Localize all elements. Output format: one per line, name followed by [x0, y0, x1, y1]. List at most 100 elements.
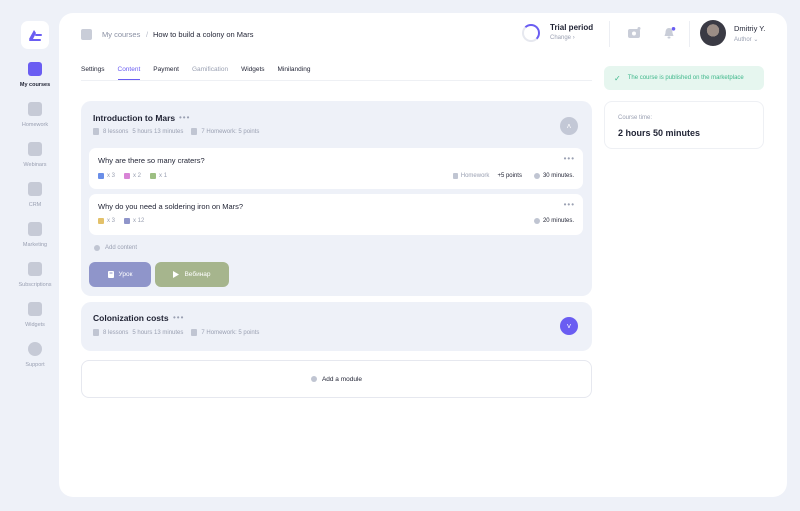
course-time-card: Course time: 2 hours 50 minutes — [604, 101, 764, 149]
add-content-label: Add content — [105, 245, 138, 251]
sidebar-item-label: Subscriptions — [18, 282, 52, 288]
collapse-module-button[interactable]: ˄ — [560, 117, 578, 135]
module-menu-icon[interactable]: ••• — [179, 113, 190, 122]
video-camera-icon — [28, 142, 42, 156]
lesson-menu-icon[interactable]: ••• — [564, 200, 575, 209]
module-homework: 7 Homework: 5 points — [201, 128, 260, 135]
tab-widgets[interactable]: Widgets — [241, 66, 264, 80]
course-time-value: 2 hours 50 minutes — [618, 128, 701, 138]
trial-change-link[interactable]: Change › — [550, 35, 575, 41]
tab-minilanding[interactable]: Minilanding — [278, 66, 311, 80]
homework-icon — [191, 128, 198, 135]
document-icon — [124, 218, 131, 224]
chevron-right-icon: › — [572, 35, 575, 41]
add-content-button[interactable]: Add content — [94, 245, 137, 251]
lesson-meta: Homework +5 points 30 minutes. — [452, 173, 574, 179]
stat-tests: x 3 — [107, 173, 116, 179]
clock-icon — [533, 218, 540, 224]
homework-icon — [191, 329, 198, 336]
stat-files: x 1 — [159, 173, 168, 179]
lesson-homework-label: Homework — [460, 173, 490, 179]
book-icon — [107, 271, 114, 278]
avatar[interactable] — [700, 20, 726, 46]
module-lessons: 8 lessons — [103, 329, 129, 336]
app-logo[interactable] — [21, 21, 49, 49]
tab-settings[interactable]: Settings — [81, 66, 105, 80]
breadcrumb-my-courses[interactable]: My courses — [102, 30, 140, 39]
tab-gamification[interactable]: Gamification — [192, 66, 228, 80]
expand-module-button[interactable]: ˅ — [560, 317, 578, 335]
lesson-stats: x 3 x 2 x 1 — [98, 173, 167, 179]
lesson-item[interactable]: Why are there so many craters? ••• x 3 x… — [89, 148, 583, 189]
percent-tag-icon — [28, 262, 42, 276]
logo-icon — [29, 30, 42, 41]
text-icon — [98, 218, 104, 224]
audio-icon — [124, 173, 131, 179]
module-title: Colonization costs — [93, 313, 169, 323]
plus-icon — [310, 376, 317, 382]
module-duration: 5 hours 13 minutes — [132, 128, 184, 135]
main-panel: My courses / How to build a colony on Ma… — [59, 13, 787, 497]
users-icon — [28, 182, 42, 196]
lesson-item[interactable]: Why do you need a soldering iron on Mars… — [89, 194, 583, 235]
divider — [609, 21, 610, 47]
breadcrumb-current: How to build a colony on Mars — [153, 30, 254, 39]
module-menu-icon[interactable]: ••• — [173, 313, 184, 322]
module-card: Colonization costs ••• 8 lessons 5 hours… — [81, 302, 592, 351]
module-title: Introduction to Mars — [93, 113, 176, 123]
module-homework: 7 Homework: 5 points — [201, 329, 260, 336]
user-role-dropdown[interactable]: Author ⌄ — [734, 36, 758, 43]
published-status-badge: ✓ The course is published on the marketp… — [604, 66, 764, 90]
add-webinar-label: Вебинар — [184, 271, 211, 278]
sidebar-item-label: CRM — [28, 202, 42, 208]
courses-icon — [28, 62, 42, 76]
module-lessons: 8 lessons — [103, 128, 129, 135]
sidebar-item-label: Widgets — [25, 322, 45, 328]
tabs-underline — [81, 80, 592, 81]
sidebar-item-label: Support — [25, 362, 45, 368]
file-icon — [150, 173, 157, 179]
test-icon — [98, 173, 104, 179]
trial-title: Trial period — [550, 23, 594, 32]
published-status-text: The course is published on the marketpla… — [627, 75, 744, 81]
bell-icon[interactable] — [663, 27, 676, 39]
lesson-duration: 20 minutes. — [542, 218, 574, 224]
lesson-homework-points: +5 points — [497, 173, 522, 179]
sidebar-item-label: Marketing — [22, 242, 48, 248]
divider — [689, 21, 690, 47]
lesson-menu-icon[interactable]: ••• — [564, 154, 575, 163]
add-webinar-button[interactable]: Вебинар — [155, 262, 229, 287]
trial-change-label: Change — [550, 35, 572, 41]
add-module-label: Add a module — [321, 375, 363, 383]
add-module-button[interactable]: Add a module — [81, 360, 592, 398]
stat-documents: x 12 — [133, 218, 145, 224]
help-icon — [28, 342, 42, 356]
add-lesson-button[interactable]: Урок — [89, 262, 151, 287]
chevron-down-icon: ⌄ — [753, 37, 759, 43]
module-card: Introduction to Mars ••• 8 lessons 5 hou… — [81, 101, 592, 296]
lesson-title: Why do you need a soldering iron on Mars… — [98, 202, 244, 211]
trial-progress-icon — [522, 24, 540, 42]
homework-icon — [28, 102, 42, 116]
stat-texts: x 3 — [107, 218, 116, 224]
stat-audio: x 2 — [133, 173, 142, 179]
lesson-duration: 30 minutes. — [542, 173, 574, 179]
add-lesson-label: Урок — [118, 271, 133, 278]
sidebar-item-label: My courses — [19, 82, 51, 88]
camera-icon[interactable] — [628, 27, 641, 39]
course-tabs: Settings Content Payment Gamification Wi… — [81, 66, 323, 80]
chevron-up-icon: ˄ — [566, 121, 572, 131]
user-name: Dmitriy Y. — [734, 24, 766, 33]
tab-payment[interactable]: Payment — [153, 66, 179, 80]
sidebar-item-label: Homework — [21, 122, 49, 128]
lesson-title: Why are there so many craters? — [98, 156, 205, 165]
clock-icon — [533, 173, 540, 179]
play-icon — [173, 271, 180, 278]
breadcrumb-separator: / — [146, 30, 149, 39]
tab-content[interactable]: Content — [117, 66, 141, 80]
chevron-down-icon: ˅ — [566, 321, 572, 331]
check-icon: ✓ — [614, 73, 621, 83]
lessons-icon — [93, 329, 99, 336]
widget-icon — [28, 302, 42, 316]
lesson-meta: 20 minutes. — [533, 218, 574, 224]
